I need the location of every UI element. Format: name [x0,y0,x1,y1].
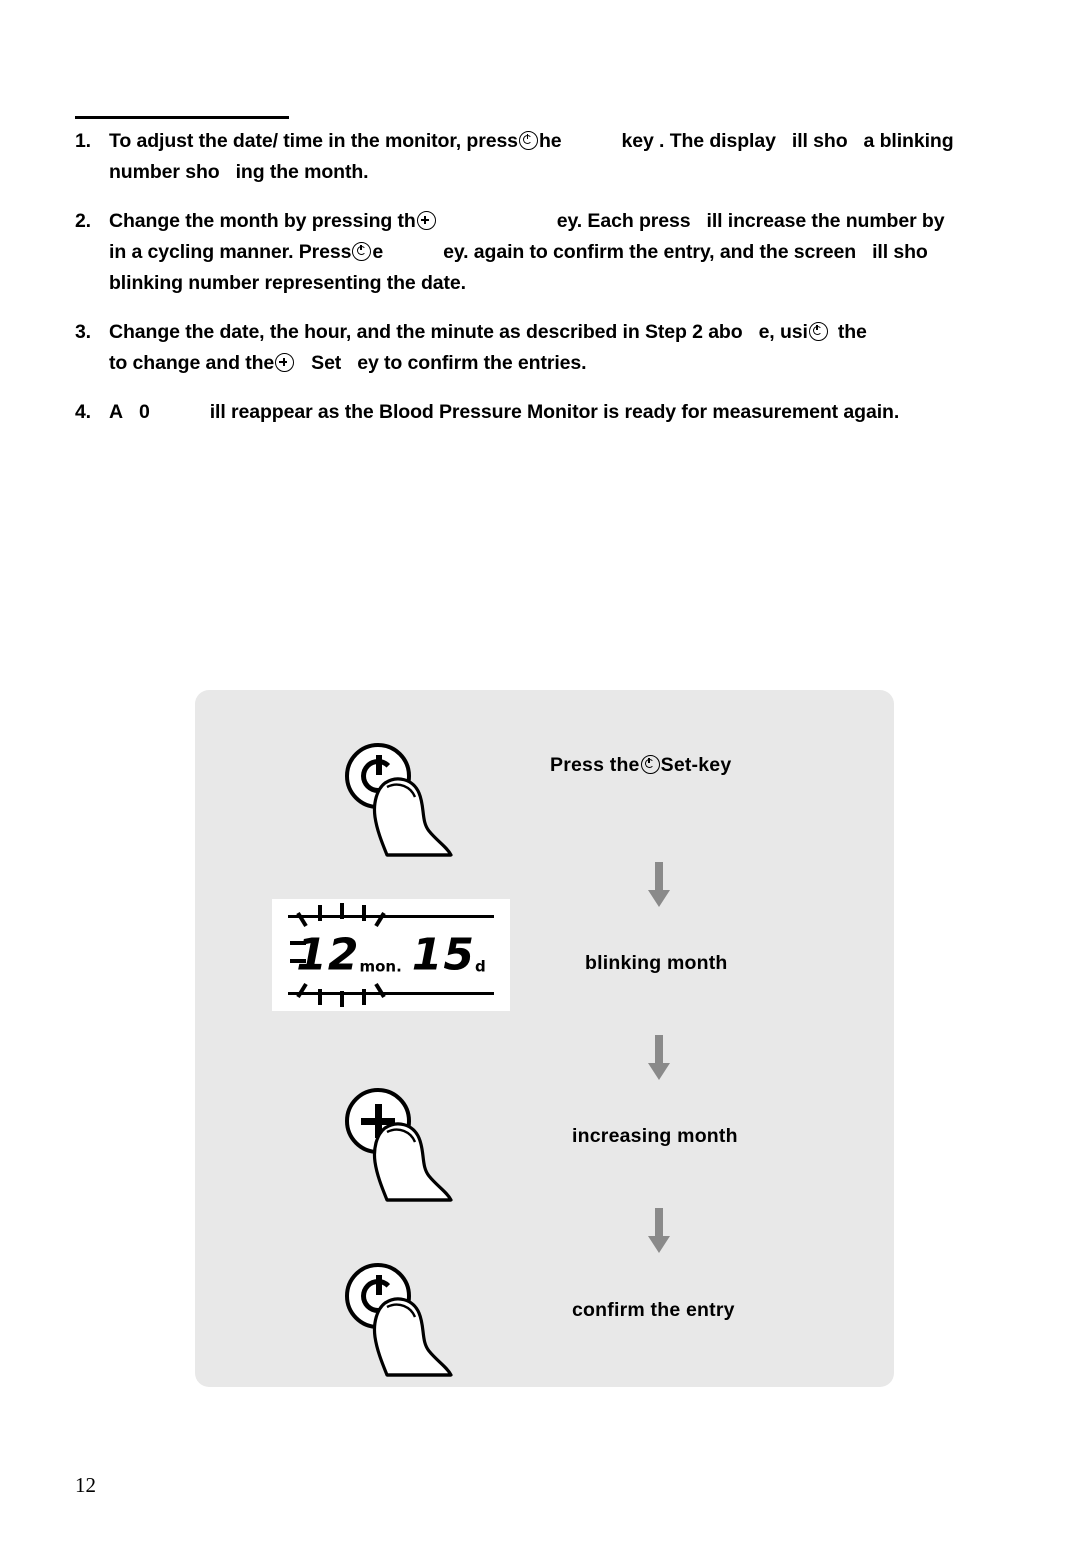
lcd-day-unit: d [475,957,486,976]
step1-text-a: To adjust the date/ time in the monitor,… [109,130,518,152]
instruction-step-3: 3. Change the date, the hour, and the mi… [75,317,1075,379]
step2-text-h: blinking number representing the date. [109,272,466,294]
step2-text-e: e [372,241,384,263]
step3-text-a: Change the date, the hour, and the minut… [109,321,743,343]
lcd-day-value: 15 [411,929,476,981]
lcd-screen: 12mon. 15d [288,915,494,995]
step3-text-f: ey to confirm the entries. [357,352,587,374]
step-body: Change the date, the hour, and the minut… [109,317,867,379]
set-key-icon [518,131,538,150]
instruction-step-2: 2. Change the month by pressing th ey. Ea… [75,206,1075,299]
step-number: 4. [75,401,91,423]
step1-text-c: key . The display [621,130,776,152]
step2-text-f: ey. again to confirm the entry, and the … [443,241,857,263]
instruction-step-1: 1. To adjust the date/ time in the monit… [75,126,1075,188]
caption-press-set-key: Press the Set-key [550,754,731,777]
finger-illustration [372,777,453,857]
step-body: Change the month by pressing th ey. Each … [109,206,945,299]
step4-text-c: ill reappear as the Blood Pressure Monit… [209,401,900,423]
set-key-icon [640,755,660,774]
step3-text-e: Set [311,352,342,374]
step2-text-a: Change the month by pressing th [109,210,416,232]
step2-text-g: ill sho [872,241,928,263]
lcd-readout: 12mon. 15d [288,930,494,981]
step-body: A 0 ill reappear as the Blood Pressure Mon… [109,397,899,428]
step2-text-d: in a cycling manner. Press [109,241,352,263]
set-key-icon [352,242,372,261]
step2-text-b: ey. Each press [556,210,691,232]
instruction-step-4: 4. A 0 ill reappear as the Blood Pressure … [75,397,1075,428]
page-number: 12 [75,1473,96,1497]
caption-press-set-text-b: Set-key [660,754,732,776]
step-body: To adjust the date/ time in the monitor,… [109,126,954,188]
step1-text-g: ing the month. [235,161,369,183]
step3-text-d: to change and the [109,352,275,374]
finger-illustration [372,1122,453,1202]
step1-text-d: ill sho [791,130,848,152]
step3-text-b: e, usi [758,321,808,343]
plus-key-icon [416,211,436,230]
arrow-down-icon-1 [648,862,670,907]
arrow-down-icon-3 [648,1208,670,1253]
set-key-press-illustration [325,735,495,865]
instruction-list: 1. To adjust the date/ time in the monit… [75,126,1075,446]
step-number: 1. [75,130,91,152]
caption-increasing-month: increasing month [572,1125,738,1147]
step1-text-b: he [538,130,562,152]
plus-key-press-illustration [325,1080,495,1210]
step1-text-f: number sho [109,161,220,183]
step-number: 3. [75,321,91,343]
lcd-display-illustration: 12mon. 15d [272,899,510,1011]
arrow-down-icon-2 [648,1035,670,1080]
manual-page: 1. To adjust the date/ time in the monit… [0,0,1080,1563]
finger-illustration [372,1297,453,1377]
set-key-icon [808,322,828,341]
step2-text-c: ill increase the number by [706,210,945,232]
caption-press-set-text-a: Press the [550,754,640,776]
step1-text-e: a blinking [863,130,954,152]
caption-confirm-entry: confirm the entry [572,1299,735,1321]
header-rule [75,116,289,119]
set-key-confirm-illustration [325,1255,495,1385]
lcd-month-value: 12 [296,929,360,981]
step-number: 2. [75,210,91,232]
step3-text-c: the [837,321,867,343]
procedure-figure-panel: Press the Set-key 12mon. 15d blinking mo… [195,690,894,1387]
caption-blinking-month: blinking month [585,952,728,974]
plus-key-icon [275,353,295,372]
step4-text-b: 0 [138,401,150,423]
step4-text-a: A [109,401,123,423]
lcd-month-unit: mon. [359,957,402,976]
